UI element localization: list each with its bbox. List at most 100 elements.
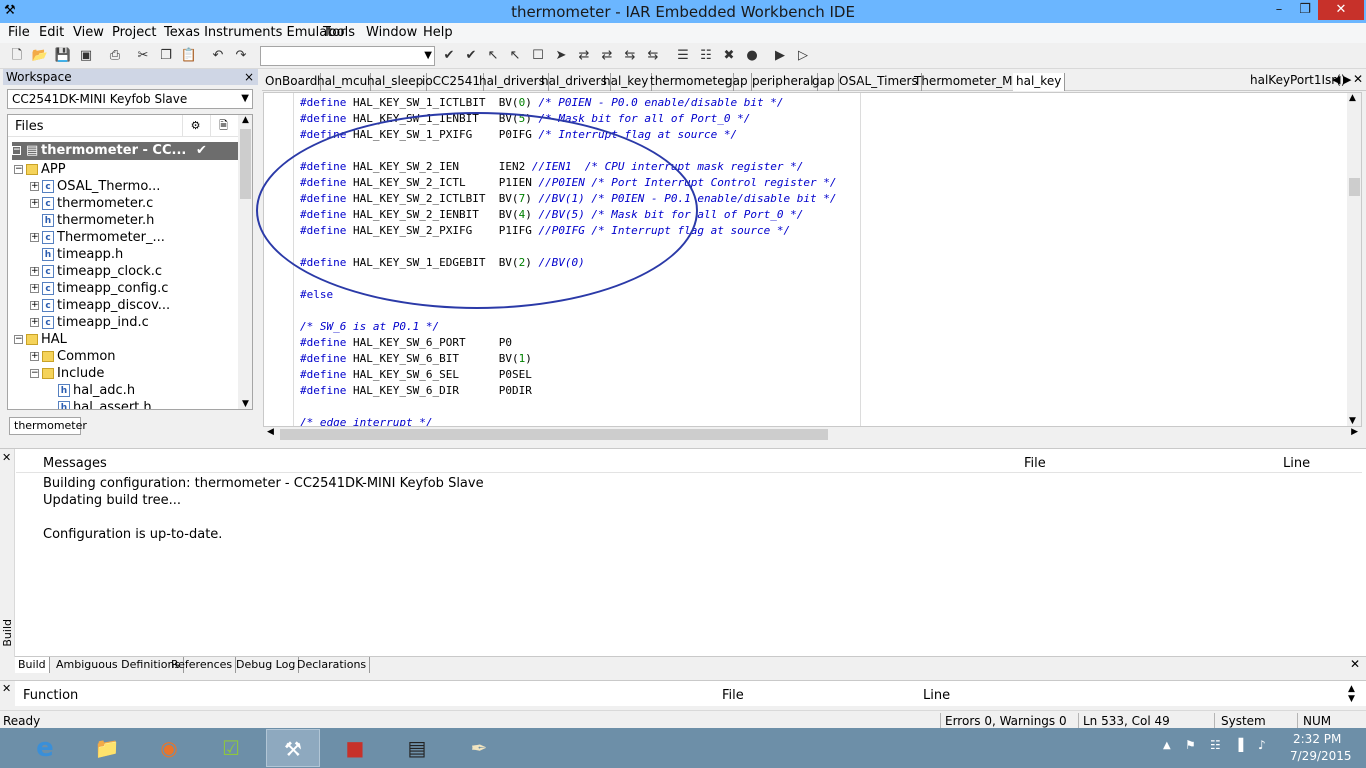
save-icon[interactable]: 💾 bbox=[54, 47, 72, 65]
editor-close-icon[interactable]: ✕ bbox=[1353, 72, 1363, 86]
expand-icon[interactable]: + bbox=[30, 199, 39, 208]
paint-icon[interactable]: ✒ bbox=[452, 729, 506, 767]
code-line[interactable]: #define HAL_KEY_SW_6_DIR P0DIR bbox=[300, 383, 532, 399]
chevron-down-icon[interactable]: ▼ bbox=[241, 90, 249, 108]
tree-folder[interactable]: − HAL bbox=[14, 331, 67, 348]
source-browser-close-icon[interactable]: ✕ bbox=[2, 682, 11, 695]
messages-panel-close-icon[interactable]: ✕ bbox=[1350, 657, 1360, 671]
code-line[interactable]: #define HAL_KEY_SW_2_PXIFG P1IFG //P0IFG… bbox=[300, 223, 790, 239]
scroll-down-icon[interactable]: ▼ bbox=[1349, 416, 1356, 426]
code-line[interactable]: #define HAL_KEY_SW_6_BIT BV(1) bbox=[300, 351, 532, 367]
editor-tab[interactable]: thermometer bbox=[647, 73, 734, 91]
code-line[interactable]: #define HAL_KEY_SW_1_PXIFG P0IFG /* Inte… bbox=[300, 127, 737, 143]
code-line[interactable]: #define HAL_KEY_SW_2_ICTLBIT BV(7) //BV(… bbox=[300, 191, 836, 207]
tab-scroll-right-icon[interactable]: ▶ bbox=[1343, 73, 1351, 86]
workspace-tab-thermometer[interactable]: thermometer bbox=[9, 417, 87, 435]
chevron-down-icon[interactable]: ▼ bbox=[424, 47, 432, 65]
collapse-icon[interactable]: − bbox=[14, 335, 23, 344]
volume-icon[interactable]: ♪ bbox=[1258, 738, 1266, 752]
find-next-icon[interactable]: ↖ bbox=[506, 47, 524, 65]
workspace-close-icon[interactable]: × bbox=[244, 69, 254, 85]
line-column-header[interactable]: Line bbox=[923, 688, 950, 703]
tree-folder[interactable]: + Common bbox=[30, 348, 116, 365]
message-line[interactable]: Updating build tree... bbox=[43, 493, 181, 508]
copy-icon[interactable]: ❐ bbox=[157, 47, 175, 65]
find-icon[interactable]: ↖ bbox=[484, 47, 502, 65]
tree-file[interactable]: + c timeapp_config.c bbox=[30, 280, 168, 297]
tree-file[interactable]: h hal_adc.h bbox=[46, 382, 135, 399]
tab-references[interactable]: References bbox=[168, 657, 237, 673]
navigate-back-icon[interactable]: ➤ bbox=[552, 47, 570, 65]
tree-file[interactable]: h thermometer.h bbox=[30, 212, 154, 229]
code-line[interactable]: #else bbox=[300, 287, 333, 303]
debug-without-download-icon[interactable]: ▷ bbox=[794, 47, 812, 65]
internet-explorer-icon[interactable]: e bbox=[18, 729, 72, 767]
make-icon[interactable]: ☷ bbox=[697, 47, 715, 65]
menu-project[interactable]: Project bbox=[112, 25, 156, 40]
scroll-thumb[interactable] bbox=[1349, 178, 1360, 196]
acrobat-reader-icon[interactable]: ■ bbox=[328, 729, 382, 767]
tree-file[interactable]: + c timeapp_discov... bbox=[30, 297, 170, 314]
editor-tab[interactable]: hal_mcu bbox=[314, 73, 372, 91]
scroll-right-icon[interactable]: ▶ bbox=[1351, 427, 1358, 437]
clock-time[interactable]: 2:32 PM bbox=[1293, 732, 1341, 746]
editor-tab[interactable]: peripheral bbox=[749, 73, 818, 91]
new-file-icon[interactable]: 🗋 bbox=[8, 47, 26, 65]
maximize-button[interactable]: ❐ bbox=[1292, 0, 1318, 20]
code-editor[interactable]: #define HAL_KEY_SW_1_ICTLBIT BV(0) /* P0… bbox=[263, 92, 1362, 427]
open-folder-icon[interactable]: 📂 bbox=[31, 47, 49, 65]
message-line[interactable]: Configuration is up-to-date. bbox=[43, 527, 222, 542]
menu-window[interactable]: Window bbox=[366, 25, 417, 40]
find-combo[interactable]: ▼ bbox=[260, 46, 435, 66]
expand-icon[interactable]: + bbox=[30, 267, 39, 276]
print-icon[interactable]: ⎙ bbox=[106, 47, 124, 65]
scroll-thumb[interactable] bbox=[280, 429, 828, 440]
scroll-thumb[interactable] bbox=[240, 129, 251, 199]
file-column-icon[interactable]: 🗎 bbox=[210, 115, 236, 137]
editor-tab[interactable]: hal_key bbox=[1013, 73, 1066, 91]
collapse-icon[interactable]: − bbox=[12, 146, 21, 155]
compile-icon[interactable]: ☰ bbox=[674, 47, 692, 65]
tree-folder[interactable]: − Include bbox=[30, 365, 104, 382]
disable-breakpoint-icon[interactable]: ⇆ bbox=[644, 47, 662, 65]
navigate-forward-icon[interactable]: ⇄ bbox=[575, 47, 593, 65]
editor-horizontal-scrollbar[interactable]: ◀ ▶ bbox=[263, 427, 1362, 441]
wifi-signal-icon[interactable]: ▐ bbox=[1234, 738, 1243, 752]
close-button[interactable]: ✕ bbox=[1318, 0, 1364, 20]
next-bookmark-icon[interactable]: ✔ bbox=[462, 47, 480, 65]
go-to-icon[interactable]: ⇄ bbox=[598, 47, 616, 65]
book-app-icon[interactable]: ▤ bbox=[390, 729, 444, 767]
action-center-icon[interactable]: ⚑ bbox=[1185, 738, 1196, 752]
scroll-down-icon[interactable]: ▼ bbox=[238, 399, 252, 409]
tree-file[interactable]: + c thermometer.c bbox=[30, 195, 153, 212]
configuration-select[interactable]: CC2541DK-MINI Keyfob Slave ▼ bbox=[7, 89, 253, 109]
network-adapter-icon[interactable]: ☷ bbox=[1210, 738, 1221, 752]
expand-icon[interactable]: + bbox=[30, 301, 39, 310]
tree-file[interactable]: + c Thermometer_... bbox=[30, 229, 165, 246]
scroll-down-icon[interactable]: ▼ bbox=[1348, 694, 1355, 704]
tree-file[interactable]: + c timeapp_ind.c bbox=[30, 314, 149, 331]
editor-tab[interactable]: ioCC2541 bbox=[419, 73, 484, 91]
code-line[interactable]: #define HAL_KEY_SW_2_ICTL P1IEN //P0IEN … bbox=[300, 175, 836, 191]
cut-icon[interactable]: ✂ bbox=[134, 47, 152, 65]
minimize-button[interactable]: – bbox=[1266, 0, 1292, 20]
scroll-up-icon[interactable]: ▲ bbox=[1348, 684, 1355, 694]
file-explorer-icon[interactable]: 📁 bbox=[80, 729, 134, 767]
scroll-left-icon[interactable]: ◀ bbox=[267, 427, 274, 437]
code-line[interactable]: /* edge interrupt */ bbox=[300, 415, 432, 426]
file-column-header[interactable]: File bbox=[722, 688, 744, 703]
code-line[interactable]: #define HAL_KEY_SW_1_EDGEBIT BV(2) //BV(… bbox=[300, 255, 585, 271]
toggle-breakpoint-icon[interactable]: ⇆ bbox=[621, 47, 639, 65]
collapse-icon[interactable]: − bbox=[14, 165, 23, 174]
show-hidden-icons-icon[interactable]: ▲ bbox=[1163, 740, 1171, 751]
tree-scrollbar[interactable]: ▲ ▼ bbox=[238, 115, 252, 409]
menu-tools[interactable]: Tools bbox=[323, 25, 355, 40]
scroll-up-icon[interactable]: ▲ bbox=[238, 115, 252, 125]
tab-declarations[interactable]: Declarations bbox=[294, 657, 371, 673]
expand-icon[interactable]: + bbox=[30, 233, 39, 242]
line-column-header[interactable]: Line bbox=[1283, 456, 1310, 471]
tree-file[interactable]: + c OSAL_Thermo... bbox=[30, 178, 160, 195]
tree-file[interactable]: + c timeapp_clock.c bbox=[30, 263, 162, 280]
firefox-icon[interactable]: ◉ bbox=[142, 729, 196, 767]
download-and-debug-icon[interactable]: ▶ bbox=[771, 47, 789, 65]
